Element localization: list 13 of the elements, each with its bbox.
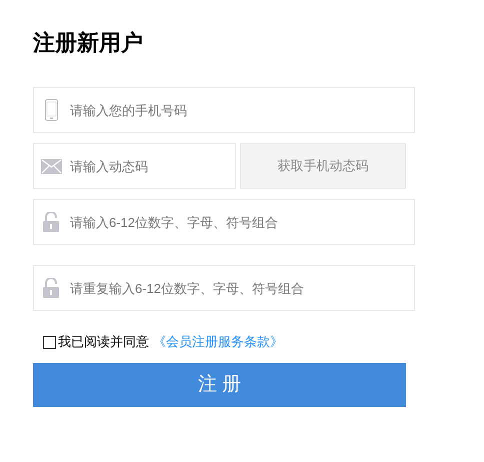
get-code-button[interactable]: 获取手机动态码 [240,143,406,189]
input-field[interactable]: 请输入6-12位数字、字母、符号组合 [33,199,415,245]
lock-icon [43,278,59,298]
register-button[interactable]: 注 册 [33,363,406,407]
agree-checkbox[interactable] [43,336,56,348]
terms-link[interactable]: 《会员注册服务条款》 [153,332,283,352]
agree-label: 我已阅读并同意 [58,333,149,352]
input-field[interactable]: 请重复输入6-12位数字、字母、符号组合 [33,265,415,311]
lock-icon [43,212,59,232]
input-field[interactable]: 请输入动态码 [33,143,236,189]
phone-icon [44,99,58,121]
page-title: 注册新用户 [33,29,144,57]
input-field[interactable]: 请输入您的手机号码 [33,87,415,133]
